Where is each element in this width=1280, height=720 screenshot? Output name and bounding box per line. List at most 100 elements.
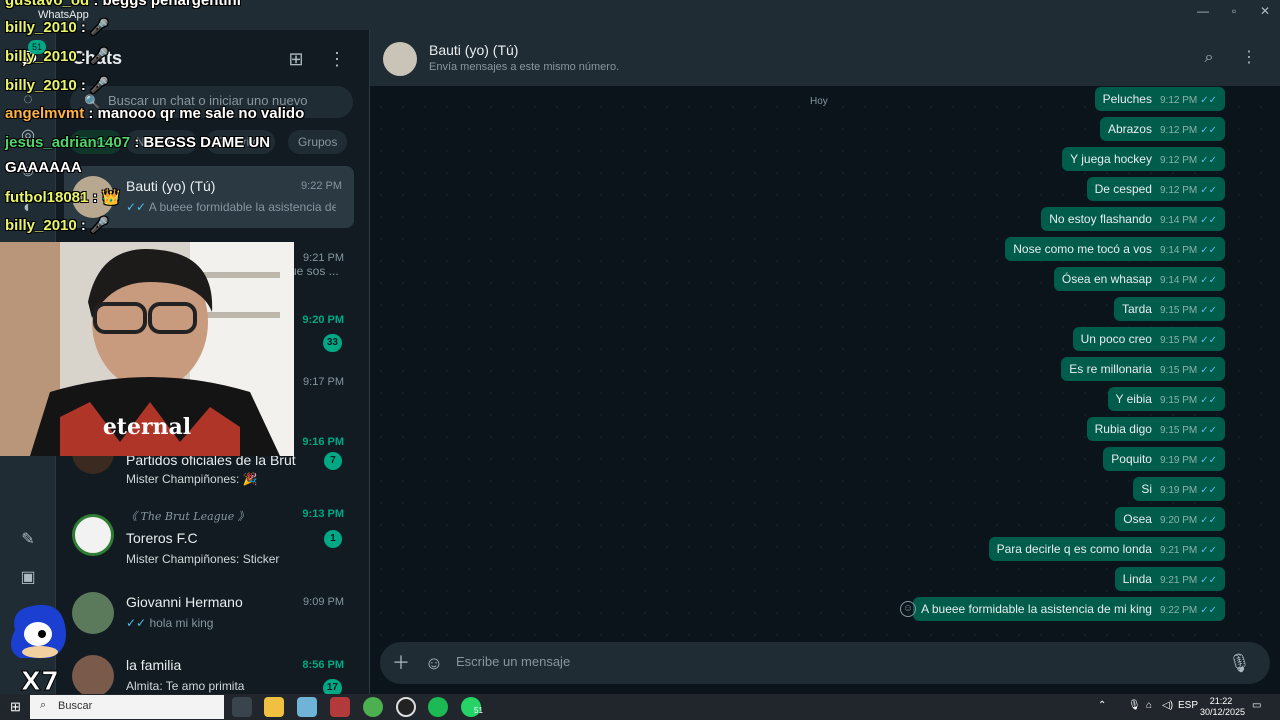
outgoing-message[interactable]: No estoy flashando 9:14 PM ✓✓ bbox=[1041, 207, 1225, 231]
outgoing-message[interactable]: A bueee formidable la asistencia de mi k… bbox=[913, 597, 1225, 621]
stream-chat-text: : 🎤 bbox=[80, 217, 109, 234]
outgoing-message[interactable]: Poquito 9:19 PM ✓✓ bbox=[1103, 447, 1225, 471]
spotify-icon[interactable] bbox=[428, 697, 448, 717]
microphone-icon[interactable]: 🎙 bbox=[1228, 653, 1251, 673]
outgoing-message[interactable]: Ósea en whasap 9:14 PM ✓✓ bbox=[1053, 267, 1225, 291]
contact-avatar[interactable] bbox=[383, 42, 417, 76]
outgoing-message[interactable]: Linda 9:21 PM ✓✓ bbox=[1114, 567, 1225, 591]
outgoing-message[interactable]: Abrazos 9:12 PM ✓✓ bbox=[1099, 117, 1225, 141]
emoji-react-icon[interactable]: ☺ bbox=[900, 601, 916, 617]
whatsapp-taskbar-badge: 51 bbox=[474, 706, 483, 715]
message-text: Si bbox=[1141, 482, 1152, 496]
obs-icon[interactable] bbox=[396, 697, 416, 717]
message-input[interactable] bbox=[456, 654, 1216, 669]
double-check-icon: ✓✓ bbox=[1200, 245, 1217, 256]
message-text: Para decirle q es como londa bbox=[996, 542, 1152, 556]
app-icon[interactable] bbox=[330, 697, 350, 717]
avatar bbox=[72, 514, 114, 556]
outgoing-message[interactable]: Osea 9:20 PM ✓✓ bbox=[1115, 507, 1225, 531]
double-check-icon: ✓✓ bbox=[1200, 485, 1217, 496]
minimize-button[interactable]: — bbox=[1186, 0, 1220, 22]
message-time: 9:15 PM bbox=[1159, 395, 1198, 406]
message-time: 9:14 PM bbox=[1159, 275, 1198, 286]
network-icon[interactable]: ⌂ bbox=[1146, 700, 1152, 711]
message-time: 9:14 PM bbox=[1159, 215, 1198, 226]
message-text: De cesped bbox=[1094, 182, 1152, 196]
double-check-icon: ✓✓ bbox=[1200, 215, 1217, 226]
message-time: 9:15 PM bbox=[1159, 305, 1198, 316]
search-icon[interactable]: ⌕ bbox=[1199, 48, 1219, 68]
outgoing-message[interactable]: Para decirle q es como londa 9:21 PM ✓✓ bbox=[988, 537, 1225, 561]
stream-chat-username: futbol18081 bbox=[5, 189, 89, 206]
double-check-icon: ✓✓ bbox=[1200, 95, 1217, 106]
menu-icon[interactable]: ⋮ bbox=[326, 48, 348, 70]
message-text: Rubia digo bbox=[1094, 422, 1152, 436]
maximize-button[interactable]: ▫ bbox=[1217, 0, 1251, 22]
notes-app-icon[interactable] bbox=[297, 697, 317, 717]
double-check-icon: ✓✓ bbox=[1200, 185, 1217, 196]
menu-icon[interactable]: ⋮ bbox=[1239, 48, 1259, 68]
message-time: 9:14 PM bbox=[1159, 245, 1198, 256]
file-explorer-icon[interactable] bbox=[264, 697, 284, 717]
stream-chat-username: billy_2010 bbox=[5, 77, 77, 94]
conversation-header[interactable]: Bauti (yo) (Tú) Envía mensajes a este mi… bbox=[370, 30, 1280, 86]
stream-chat-text: : beggs penargentini bbox=[93, 0, 241, 9]
outgoing-message[interactable]: De cesped 9:12 PM ✓✓ bbox=[1086, 177, 1225, 201]
task-view-icon[interactable] bbox=[232, 697, 252, 717]
outgoing-message[interactable]: Y eibia 9:15 PM ✓✓ bbox=[1107, 387, 1225, 411]
chat-row-name: Giovanni Hermano bbox=[126, 594, 243, 610]
outgoing-message[interactable]: Nose como me tocó a vos 9:14 PM ✓✓ bbox=[1005, 237, 1225, 261]
outgoing-message[interactable]: Peluches 9:12 PM ✓✓ bbox=[1094, 87, 1225, 111]
chat-row-giovanni[interactable]: Giovanni Hermano ✓✓ hola mi king 9:09 PM bbox=[56, 582, 370, 644]
clock-date: 30/12/2025 bbox=[1200, 707, 1246, 717]
taskbar-search[interactable]: ⌕ Buscar bbox=[30, 695, 224, 719]
double-check-icon: ✓✓ bbox=[1200, 365, 1217, 376]
chat-row-toreros[interactable]: 《 The Brut League 》 Toreros F.C Mister C… bbox=[56, 508, 370, 570]
outgoing-message[interactable]: Tarda 9:15 PM ✓✓ bbox=[1113, 297, 1225, 321]
outgoing-message[interactable]: Un poco creo 9:15 PM ✓✓ bbox=[1072, 327, 1225, 351]
stream-chat-message: billy_2010 : 🎤 bbox=[5, 76, 109, 94]
stream-chat-text: : 🎤 bbox=[80, 48, 109, 65]
message-time: 9:15 PM bbox=[1159, 365, 1198, 376]
double-check-icon: ✓✓ bbox=[1200, 605, 1217, 616]
double-check-icon: ✓✓ bbox=[1200, 305, 1217, 316]
chat-row-group: 《 The Brut League 》 bbox=[126, 510, 249, 523]
chat-row-preview: Mister Champiñones: 🎉 bbox=[126, 472, 258, 486]
tray-chevron-icon[interactable]: ⌃ bbox=[1098, 700, 1106, 711]
taskbar-clock[interactable]: 21:22 30/12/2025 bbox=[1200, 696, 1246, 718]
chat-row-name: la familia bbox=[126, 657, 182, 673]
sonic-mascot-icon: X7 bbox=[11, 604, 66, 696]
volume-icon[interactable]: ◁) bbox=[1162, 700, 1173, 711]
message-text: Tarda bbox=[1121, 302, 1152, 316]
windows-start-icon[interactable]: ⊞ bbox=[10, 699, 21, 715]
message-text: Nose como me tocó a vos bbox=[1013, 242, 1152, 256]
message-time: 9:19 PM bbox=[1159, 455, 1198, 466]
contact-name[interactable]: Bauti (yo) (Tú) bbox=[429, 42, 518, 58]
message-time: 9:12 PM bbox=[1159, 125, 1198, 136]
stream-chat-overlay: gustavo_od : beggs penargentini billy_201… bbox=[0, 0, 320, 240]
chrome-icon[interactable] bbox=[363, 697, 383, 717]
notifications-icon[interactable]: ▭ bbox=[1252, 700, 1261, 711]
close-window-button[interactable]: ✕ bbox=[1248, 0, 1280, 22]
outgoing-message[interactable]: Si 9:19 PM ✓✓ bbox=[1133, 477, 1225, 501]
clock-time: 21:22 bbox=[1209, 696, 1233, 706]
message-time: 9:12 PM bbox=[1159, 155, 1198, 166]
double-check-icon: ✓✓ bbox=[126, 616, 150, 630]
stream-chat-text: GAAAAAA bbox=[5, 159, 82, 176]
stream-chat-message: billy_2010 : 🎤 bbox=[5, 47, 109, 65]
nav-unread-badge: 51 bbox=[28, 40, 46, 54]
starred-messages-icon[interactable]: ✎ bbox=[18, 530, 38, 550]
media-icon[interactable]: ▣ bbox=[18, 568, 38, 588]
webcam-overlay: eternal bbox=[0, 242, 294, 456]
mic-icon[interactable]: 🎙 bbox=[1128, 700, 1141, 711]
stream-chat-message: futbol18081 : 👑 bbox=[5, 188, 120, 206]
double-check-icon: ✓✓ bbox=[1200, 125, 1217, 136]
sticker-emoji-icon[interactable]: ☺ bbox=[424, 653, 444, 673]
message-time: 9:15 PM bbox=[1159, 335, 1198, 346]
attach-plus-icon[interactable]: ＋ bbox=[391, 653, 411, 673]
outgoing-message[interactable]: Y juega hockey 9:12 PM ✓✓ bbox=[1062, 147, 1225, 171]
outgoing-message[interactable]: Rubia digo 9:15 PM ✓✓ bbox=[1086, 417, 1225, 441]
message-text: Abrazos bbox=[1107, 122, 1152, 136]
outgoing-message[interactable]: Es re millonaria 9:15 PM ✓✓ bbox=[1061, 357, 1225, 381]
language-indicator[interactable]: ESP bbox=[1178, 700, 1198, 711]
